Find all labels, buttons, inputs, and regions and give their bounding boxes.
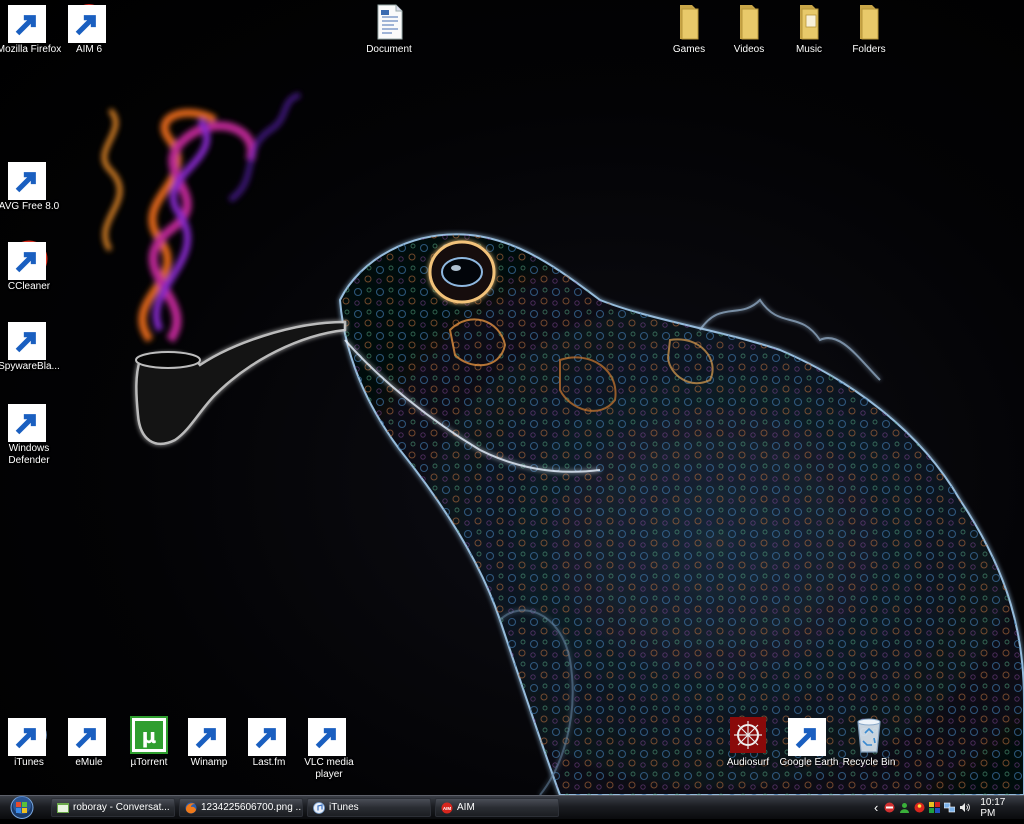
firefox-icon [185, 802, 197, 814]
utorrent-icon: µ [130, 716, 168, 754]
system-tray: ‹ 10:17 PM [874, 796, 1024, 819]
desktop-icon-ccleaner[interactable]: CCleaner [0, 240, 65, 293]
folder-icon [740, 5, 759, 40]
desktop-icon-label: SpywareBla... [0, 361, 60, 372]
desktop-icon-label: µTorrent [130, 757, 168, 768]
audiosurf-icon [730, 717, 766, 753]
avg-tray-icon[interactable] [929, 802, 941, 813]
document-icon [377, 4, 403, 40]
desktop-icon-label: Folders [852, 44, 886, 55]
aim-icon: AIM [441, 802, 453, 814]
folder-icon [800, 5, 819, 40]
volume-icon[interactable] [959, 802, 971, 813]
frog-wallpaper [101, 92, 1024, 795]
taskbar-item-aim-conversation[interactable]: roboray - Conversat... [51, 798, 175, 817]
shortcut-arrow-icon [68, 5, 106, 43]
svg-text:µ: µ [142, 724, 157, 748]
shortcut-arrow-icon [8, 162, 46, 200]
desktop-icon-aim[interactable]: AIM AIM 6 [53, 3, 125, 56]
recycle-bin-icon [857, 718, 881, 753]
desktop-icon-recycle-bin[interactable]: Recycle Bin [833, 716, 905, 769]
shortcut-arrow-icon [308, 718, 346, 756]
chat-window-icon [57, 802, 69, 814]
taskbar-item-label: roboray - Conversat... [73, 802, 170, 813]
taskbar-item-aim[interactable]: AIM AIM [435, 798, 559, 817]
desktop-icon-label: Winamp [190, 757, 228, 768]
desktop-icon-label: Recycle Bin [842, 757, 896, 768]
desktop-icon-label: Music [795, 44, 823, 55]
desktop-icon-label: Windows Defender [8, 443, 50, 466]
desktop-icon-label: Document [366, 44, 412, 55]
shortcut-arrow-icon [188, 718, 226, 756]
clock[interactable]: 10:17 PM [980, 797, 1016, 819]
shortcut-arrow-icon [8, 718, 46, 756]
desktop-icon-label: AVG Free 8.0 [0, 201, 60, 212]
desktop-icon-label: CCleaner [7, 281, 51, 292]
start-button[interactable] [5, 796, 39, 819]
desktop-icon-vlc[interactable]: VLC media player [293, 716, 365, 781]
folder-icon [860, 5, 879, 40]
taskbar-item-label: AIM [457, 802, 475, 813]
shortcut-arrow-icon [8, 404, 46, 442]
svg-text:AIM: AIM [443, 806, 452, 811]
show-hidden-icons-button[interactable]: ‹ [874, 801, 878, 814]
taskbar-item-itunes[interactable]: iTunes [307, 798, 431, 817]
shortcut-arrow-icon [788, 718, 826, 756]
desktop-icon-label: Videos [733, 44, 765, 55]
desktop[interactable]: Mozilla Firefox AIM AIM 6 AVG Free 8.0 [0, 0, 1024, 795]
desktop-icon-spywareblaster[interactable]: SpywareBla... [0, 320, 65, 373]
aim-tray-icon[interactable] [914, 802, 925, 813]
desktop-icon-windows-defender[interactable]: Windows Defender [0, 402, 65, 467]
shortcut-arrow-icon [68, 718, 106, 756]
desktop-icon-label: Games [672, 44, 706, 55]
desktop-icon-label: Audiosurf [726, 757, 770, 768]
desktop-icon-label: AIM 6 [75, 44, 103, 55]
desktop-icon-label: Last.fm [252, 757, 286, 768]
shortcut-arrow-icon [8, 242, 46, 280]
desktop-icon-label: Google Earth [779, 757, 839, 768]
shortcut-arrow-icon [8, 5, 46, 43]
taskbar-item-label: iTunes [329, 802, 359, 813]
desktop-icon-label: iTunes [14, 757, 44, 768]
itunes-icon [313, 801, 325, 814]
taskbar: roboray - Conversat... 1234225606700.png… [0, 795, 1024, 819]
windows-orb-icon [10, 796, 34, 819]
network-icon[interactable] [944, 802, 956, 813]
desktop-icon-document[interactable]: Document [353, 3, 425, 56]
taskbar-item-firefox-image[interactable]: 1234225606700.png ... [179, 798, 303, 817]
desktop-icon-label: VLC media player [304, 757, 354, 780]
antivirus-tray-icon[interactable] [884, 802, 895, 813]
taskbar-item-label: 1234225606700.png ... [201, 802, 303, 813]
shortcut-arrow-icon [8, 322, 46, 360]
folder-icon [680, 5, 699, 40]
desktop-icon-folders[interactable]: Folders [833, 3, 905, 56]
desktop-icon-label: eMule [75, 757, 103, 768]
desktop-icon-avg[interactable]: AVG Free 8.0 [0, 160, 65, 213]
shortcut-arrow-icon [248, 718, 286, 756]
user-status-tray-icon[interactable] [899, 802, 910, 813]
